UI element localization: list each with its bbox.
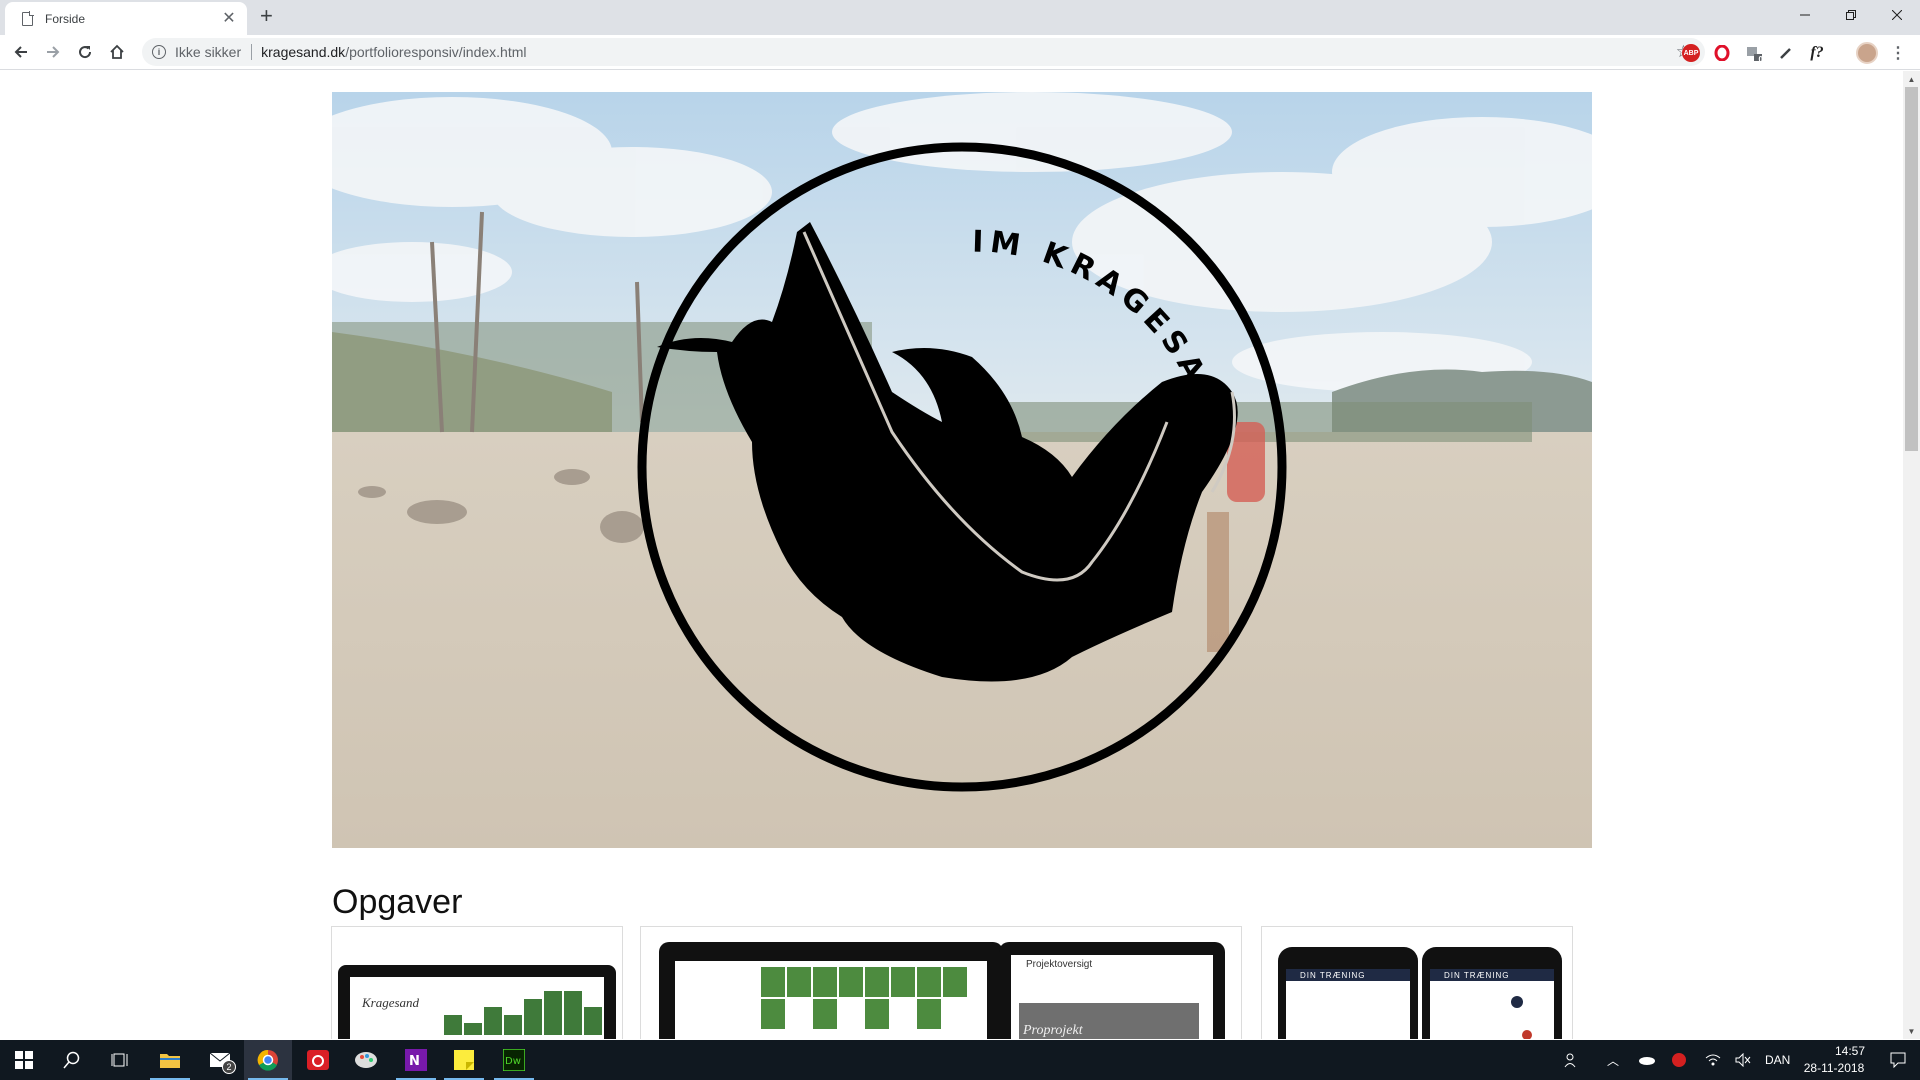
clock-time[interactable]: 14:57 (1818, 1044, 1882, 1058)
creative-cloud-button[interactable] (294, 1040, 342, 1080)
notification-icon (1890, 1052, 1906, 1068)
people-glyph (1564, 1053, 1576, 1068)
project-card-2-subcaption: Proprojekt (1023, 1023, 1083, 1038)
speaker-icon (1735, 1053, 1751, 1067)
chrome-button[interactable] (244, 1040, 292, 1080)
hero-banner: IM KRAGESAND (332, 92, 1592, 848)
project-card-2[interactable]: Projektoversigt Proprojekt (640, 926, 1242, 1039)
restore-button[interactable] (1828, 0, 1874, 29)
folder-icon (160, 1054, 180, 1068)
restore-icon (1846, 9, 1856, 20)
menu-kebab-icon[interactable]: ⋮ (1889, 44, 1907, 62)
omnibox-divider (251, 44, 253, 60)
project-card-2-caption: Projektoversigt (1026, 959, 1093, 970)
project-card-3[interactable]: DIN TRÆNING DIN TRÆNING (1261, 926, 1573, 1039)
scroll-down-icon[interactable]: ▼ (1903, 1023, 1920, 1039)
info-icon[interactable]: i (152, 45, 166, 59)
close-window-button[interactable] (1874, 0, 1920, 29)
eyedropper-glyph (1780, 48, 1791, 59)
file-explorer-button[interactable] (146, 1040, 194, 1080)
url-path[interactable]: /portfolioresponsiv/index.html (345, 44, 526, 60)
onenote-button[interactable]: N (392, 1040, 440, 1080)
project-card-3-header-2: DIN TRÆNING (1444, 971, 1510, 980)
clock-date[interactable]: 28-11-2018 (1802, 1061, 1866, 1075)
reload-icon (79, 46, 92, 59)
scroll-up-icon[interactable]: ▲ (1903, 71, 1920, 87)
search-button[interactable] (48, 1040, 96, 1080)
people-icon[interactable] (1554, 1040, 1590, 1080)
project-card-1-thumbnail (338, 965, 616, 1039)
home-icon (110, 44, 124, 59)
close-icon (1892, 9, 1902, 20)
wifi-glyph (1705, 1054, 1721, 1066)
hero-image: IM KRAGESAND (332, 92, 1592, 848)
sticky-notes-button[interactable] (440, 1040, 488, 1080)
onedrive-icon[interactable] (1632, 1040, 1662, 1080)
opera-icon[interactable] (1713, 44, 1731, 62)
minimize-icon (1800, 14, 1810, 15)
onenote-icon: N (405, 1049, 427, 1071)
minimize-button[interactable] (1782, 0, 1828, 29)
creative-cloud-icon (307, 1050, 329, 1070)
palette-icon (355, 1052, 377, 1068)
tab-title: Forside (45, 11, 86, 26)
eyedropper-icon[interactable] (1777, 44, 1795, 62)
mail-badge: 2 (222, 1060, 236, 1074)
chrome-icon (257, 1049, 278, 1071)
dreamweaver-icon: Dw (503, 1049, 525, 1071)
tab-active[interactable]: Forside ✕ (5, 2, 247, 35)
url-host[interactable]: kragesand.dk (261, 44, 345, 60)
wifi-icon[interactable] (1698, 1040, 1728, 1080)
project-card-1[interactable]: Kragesand (331, 926, 623, 1039)
font-finder-icon[interactable]: f? (1808, 44, 1826, 62)
sticky-note-icon (454, 1050, 474, 1070)
task-view-button[interactable] (96, 1040, 144, 1080)
browser-titlebar: Forside ✕ + (0, 0, 1920, 35)
tab-close-icon[interactable]: ✕ (221, 10, 237, 27)
reload-button[interactable] (71, 38, 99, 66)
windows-logo-icon (15, 1051, 33, 1069)
back-button[interactable] (7, 38, 35, 66)
adblock-icon[interactable]: ABP (1682, 44, 1700, 62)
volume-muted-icon[interactable] (1728, 1040, 1758, 1080)
start-button[interactable] (0, 1040, 48, 1080)
svg-text:Dw: Dw (505, 1056, 521, 1067)
project-card-3-header: DIN TRÆNING (1300, 971, 1366, 980)
address-bar[interactable]: i Ikke sikker kragesand.dk/portfolioresp… (142, 38, 1705, 66)
project-card-3-thumbnail (1278, 947, 1562, 1039)
section-title: Opgaver (332, 883, 463, 921)
forward-button[interactable] (39, 38, 67, 66)
mail-button[interactable]: 2 (196, 1040, 244, 1080)
page-viewport: IM KRAGESAND Opgaver (0, 71, 1903, 1039)
shield-icon (1672, 1053, 1686, 1067)
browser-toolbar: i Ikke sikker kragesand.dk/portfolioresp… (0, 35, 1920, 70)
project-card-2-thumbnail (659, 942, 1225, 1039)
antivirus-icon[interactable] (1664, 1040, 1694, 1080)
search-icon (63, 1051, 80, 1069)
action-center-icon[interactable] (1878, 1040, 1918, 1080)
cloud-icon (1639, 1057, 1655, 1065)
page-scrollbar[interactable]: ▲ ▼ (1903, 71, 1920, 1039)
svg-text:N: N (409, 1054, 420, 1069)
security-label[interactable]: Ikke sikker (175, 44, 241, 60)
task-view-icon (111, 1053, 128, 1067)
scroll-thumb[interactable] (1905, 87, 1918, 451)
page-icon (22, 11, 34, 26)
home-button[interactable] (103, 38, 131, 66)
back-arrow-icon (14, 46, 27, 58)
paint-button[interactable] (342, 1040, 390, 1080)
forward-arrow-icon (47, 46, 60, 58)
dreamweaver-button[interactable]: Dw (490, 1040, 538, 1080)
windows-taskbar: 2 N Dw ︿ DAN 14:57 28-11-2018 (0, 1040, 1920, 1080)
language-indicator[interactable]: DAN (1765, 1053, 1790, 1067)
chevron-up-icon[interactable]: ︿ (1598, 1040, 1628, 1080)
opera-logo-icon (1714, 45, 1730, 61)
extension-badge-icon[interactable]: 0 (1745, 44, 1763, 64)
project-card-1-caption: Kragesand (362, 995, 420, 1010)
new-tab-button[interactable]: + (260, 5, 273, 27)
profile-avatar[interactable] (1856, 42, 1878, 64)
